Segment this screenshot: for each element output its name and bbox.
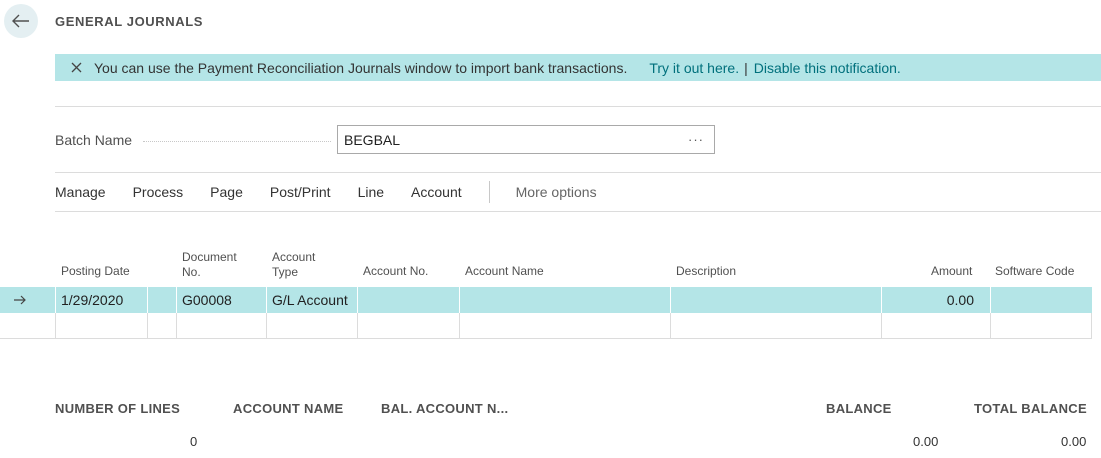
column-label: No. xyxy=(182,265,201,279)
column-label: Account xyxy=(272,250,316,264)
cell-account-no[interactable] xyxy=(357,313,459,339)
column-header-account-type[interactable]: Account Type xyxy=(272,250,315,280)
more-options-button[interactable]: More options xyxy=(516,184,597,200)
grid-header: Posting Date Document No. Account Type A… xyxy=(0,248,1101,286)
column-label: Software Code xyxy=(995,264,1075,278)
account-name-label: ACCOUNT NAME xyxy=(233,401,344,416)
column-header-account-name[interactable]: Account Name xyxy=(465,264,544,279)
lookup-ellipsis-icon[interactable]: ··· xyxy=(688,132,704,147)
action-post-print[interactable]: Post/Print xyxy=(270,184,331,200)
cell-value: G00008 xyxy=(182,292,232,308)
try-it-out-link[interactable]: Try it out here. xyxy=(649,60,739,76)
notification-bar: You can use the Payment Reconciliation J… xyxy=(55,54,1101,81)
notification-message: You can use the Payment Reconciliation J… xyxy=(94,59,628,76)
bal-account-label: BAL. ACCOUNT N... xyxy=(381,401,509,416)
page-title: GENERAL JOURNALS xyxy=(55,14,204,29)
action-page[interactable]: Page xyxy=(210,184,243,200)
column-header-software-code[interactable]: Software Code xyxy=(995,264,1074,279)
column-header-document-no[interactable]: Document No. xyxy=(182,250,237,280)
cell-description[interactable] xyxy=(670,287,881,313)
divider xyxy=(55,172,1101,173)
batch-name-value: BEGBAL xyxy=(344,131,401,148)
divider xyxy=(55,211,1101,212)
cell-account-no[interactable] xyxy=(357,287,459,313)
cell-document-no[interactable] xyxy=(176,313,266,339)
cell-amount[interactable] xyxy=(881,313,990,339)
action-account[interactable]: Account xyxy=(411,184,462,200)
cell-account-type[interactable]: G/L Account xyxy=(266,287,357,313)
cell-value: G/L Account xyxy=(272,292,348,308)
column-label: Account No. xyxy=(363,264,429,278)
number-of-lines-value: 0 xyxy=(190,434,198,449)
cell-amount[interactable]: 0.00 xyxy=(881,287,990,313)
column-header-amount[interactable]: Amount xyxy=(931,264,972,279)
balance-value: 0.00 xyxy=(913,434,939,449)
row-indicator[interactable] xyxy=(0,287,55,313)
action-divider xyxy=(488,181,490,203)
action-process[interactable]: Process xyxy=(133,184,184,200)
column-label: Type xyxy=(272,265,299,279)
cell-value: 0.00 xyxy=(946,292,974,308)
cell-software-code[interactable] xyxy=(990,313,1092,339)
column-header-posting-date[interactable]: Posting Date xyxy=(61,264,130,279)
cell-value: 1/29/2020 xyxy=(61,292,124,308)
balance-label: BALANCE xyxy=(826,401,892,416)
cell-account-name[interactable] xyxy=(459,287,670,313)
column-label: Description xyxy=(676,264,737,278)
total-balance-label: TOTAL BALANCE xyxy=(974,401,1087,416)
cell-description[interactable] xyxy=(670,313,881,339)
cell-posting-date[interactable]: 1/29/2020 xyxy=(55,287,147,313)
action-line[interactable]: Line xyxy=(358,184,384,200)
field-leader-dots xyxy=(143,141,331,142)
cell-spacer xyxy=(147,287,176,313)
cell-document-no[interactable]: G00008 xyxy=(176,287,266,313)
column-label: Document xyxy=(182,250,237,264)
table-row-empty[interactable] xyxy=(0,313,1092,339)
arrow-left-icon xyxy=(12,14,29,28)
column-label: Posting Date xyxy=(61,264,130,278)
arrow-right-icon xyxy=(14,295,26,305)
cell-spacer xyxy=(147,313,176,339)
notification-separator: | xyxy=(744,59,748,76)
column-label: Amount xyxy=(931,264,973,278)
cell-posting-date[interactable] xyxy=(55,313,147,339)
action-bar: Manage Process Page Post/Print Line Acco… xyxy=(55,181,597,203)
divider xyxy=(55,106,1101,107)
cell-software-code[interactable] xyxy=(990,287,1092,313)
column-header-description[interactable]: Description xyxy=(676,264,736,279)
batch-name-label: Batch Name xyxy=(55,132,133,148)
total-balance-value: 0.00 xyxy=(1061,434,1087,449)
cell-account-type[interactable] xyxy=(266,313,357,339)
column-header-account-no[interactable]: Account No. xyxy=(363,264,428,279)
number-of-lines-label: NUMBER OF LINES xyxy=(55,401,181,416)
column-label: Account Name xyxy=(465,264,544,278)
cell-account-name[interactable] xyxy=(459,313,670,339)
action-manage[interactable]: Manage xyxy=(55,184,106,200)
disable-notification-link[interactable]: Disable this notification. xyxy=(754,60,901,76)
table-row[interactable]: 1/29/2020 G00008 G/L Account 0.00 xyxy=(0,287,1092,313)
back-button[interactable] xyxy=(4,4,38,38)
batch-name-field[interactable]: BEGBAL ··· xyxy=(337,125,715,154)
close-notification-icon[interactable] xyxy=(68,60,84,76)
